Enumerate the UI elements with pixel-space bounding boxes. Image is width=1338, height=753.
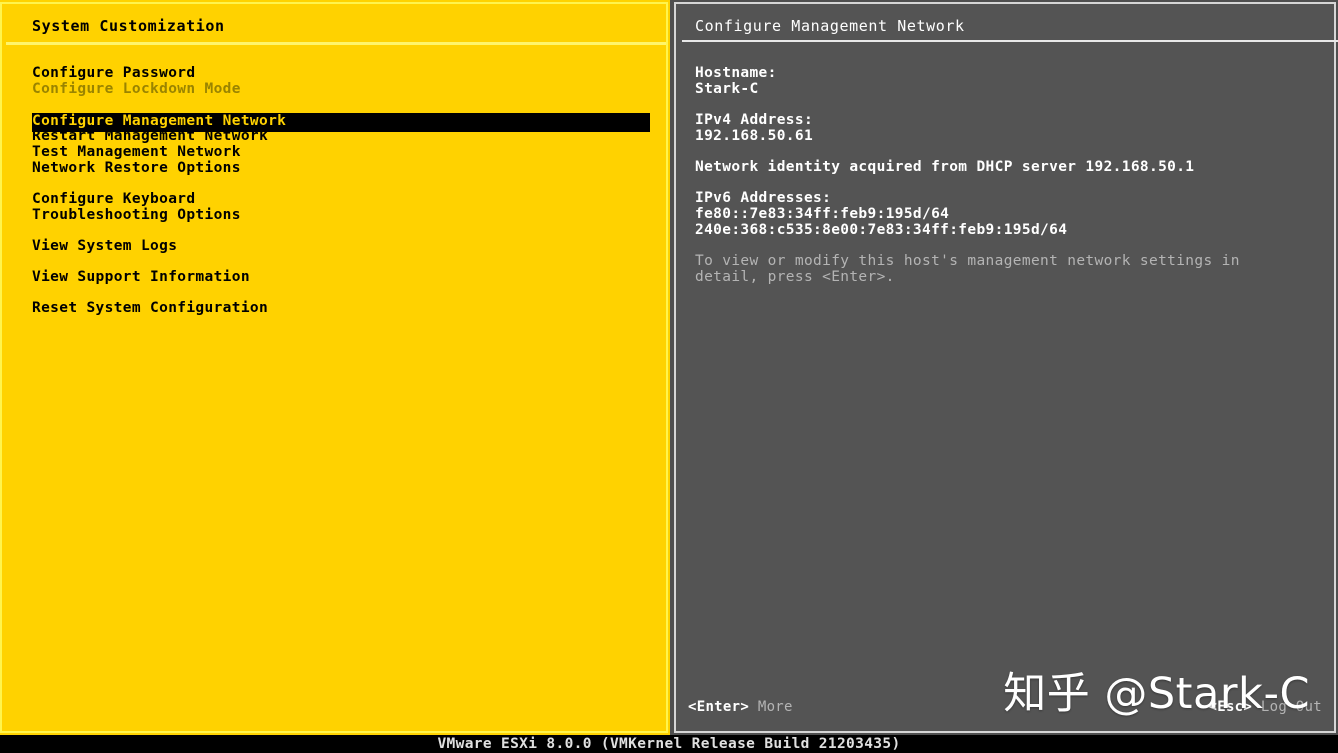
menu-item-restart-management-network[interactable]: Restart Management Network (32, 128, 268, 145)
hint-enter-more[interactable]: <Enter> More (688, 699, 793, 715)
menu-item-test-management-network[interactable]: Test Management Network (32, 144, 241, 161)
menu-item-view-system-logs[interactable]: View System Logs (32, 238, 177, 255)
configure-management-network-panel: Configure Management Network Hostname: St… (670, 0, 1338, 735)
esxi-dcui-screen: System Customization Configure Password C… (0, 0, 1338, 753)
menu-item-network-restore-options[interactable]: Network Restore Options (32, 160, 241, 177)
right-panel-title: Configure Management Network (695, 17, 965, 35)
esxi-version-label: VMware ESXi 8.0.0 (VMKernel Release Buil… (437, 736, 901, 752)
hint-enter-action: More (757, 699, 793, 715)
left-panel-title: System Customization (32, 17, 225, 35)
network-detail-line: detail, press <Enter>. (695, 269, 895, 285)
network-detail-line: Network identity acquired from DHCP serv… (695, 159, 1195, 175)
left-panel-frame: System Customization Configure Password C… (0, 2, 668, 733)
hint-enter-key: <Enter> (688, 699, 750, 715)
hint-esc-spacer (1252, 699, 1261, 715)
left-panel-title-separator (6, 42, 666, 45)
hint-esc-key: <Esc> (1208, 699, 1253, 715)
network-detail-line: IPv4 Address: (695, 112, 814, 128)
hint-esc-logout[interactable]: <Esc> Log Out (1209, 699, 1323, 715)
hint-enter-spacer (749, 699, 758, 715)
network-detail-line: To view or modify this host's management… (695, 253, 1240, 269)
network-detail-line: 192.168.50.61 (695, 128, 814, 144)
menu-item-view-support-information[interactable]: View Support Information (32, 269, 250, 286)
right-panel-title-separator (682, 40, 1338, 42)
network-detail-line: Hostname: (695, 65, 777, 81)
network-detail-line: Stark-C (695, 81, 759, 97)
menu-item-configure-password[interactable]: Configure Password (32, 65, 195, 82)
menu-item-troubleshooting-options[interactable]: Troubleshooting Options (32, 207, 241, 224)
system-customization-panel: System Customization Configure Password C… (0, 0, 670, 735)
network-detail-line: 240e:368:c535:8e00:7e83:34ff:feb9:195d/6… (695, 222, 1068, 238)
network-detail-line: IPv6 Addresses: (695, 190, 832, 206)
footer-bar: VMware ESXi 8.0.0 (VMKernel Release Buil… (0, 735, 1338, 753)
network-detail-line: fe80::7e83:34ff:feb9:195d/64 (695, 206, 950, 222)
right-panel-frame: Configure Management Network Hostname: St… (674, 2, 1338, 733)
menu-item-configure-keyboard[interactable]: Configure Keyboard (32, 191, 195, 208)
hint-esc-action: Log Out (1260, 699, 1322, 715)
menu-item-reset-system-configuration[interactable]: Reset System Configuration (32, 300, 268, 317)
menu-item-configure-lockdown-mode: Configure Lockdown Mode (32, 81, 241, 97)
